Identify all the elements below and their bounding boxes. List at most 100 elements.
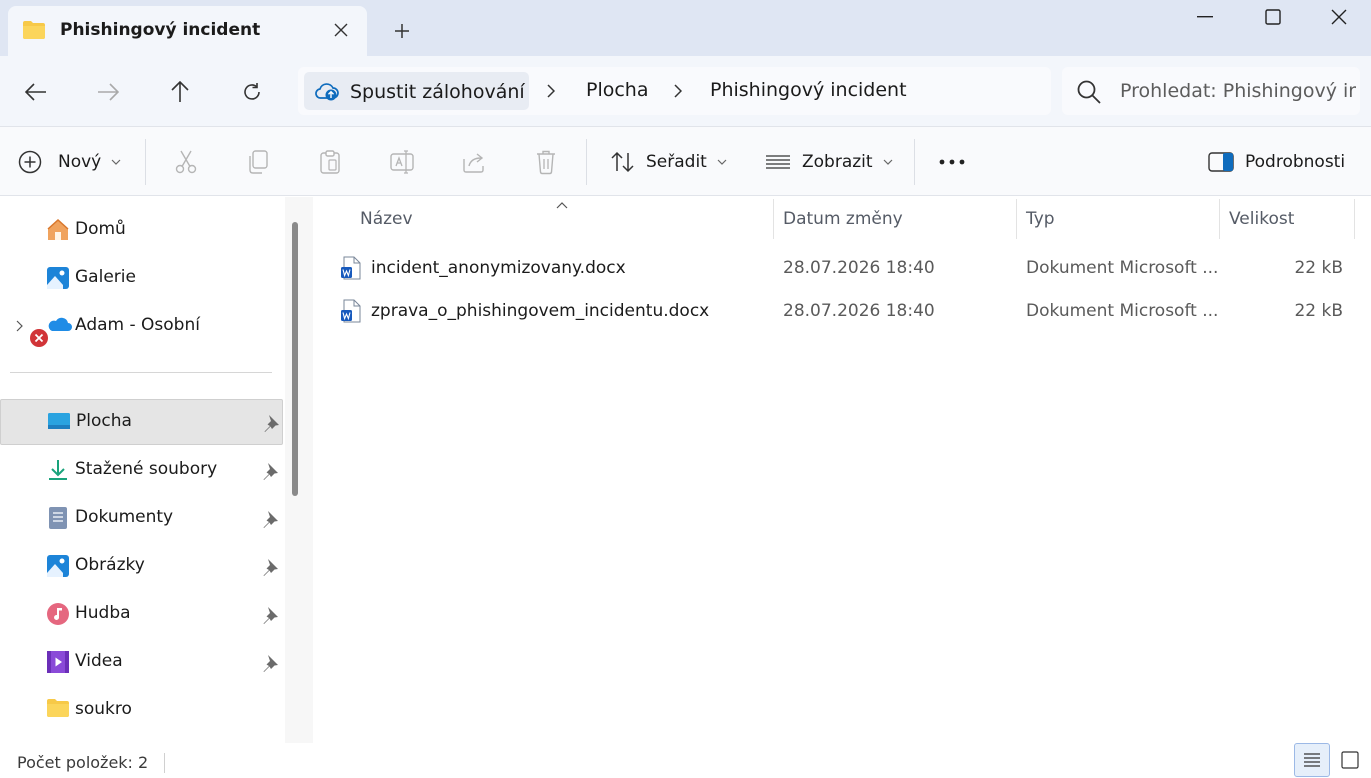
details-label: Podrobnosti (1245, 152, 1346, 172)
sidebar-item-label: Galerie (75, 267, 136, 287)
scissors-icon (175, 150, 197, 174)
home-icon (46, 218, 70, 242)
sidebar-item-home[interactable]: Domů (0, 207, 283, 253)
pin-icon[interactable] (261, 654, 279, 672)
file-size: 22 kB (1294, 301, 1343, 321)
arrow-up-icon (171, 81, 189, 102)
column-divider[interactable] (1219, 199, 1220, 239)
pin-icon[interactable] (261, 558, 279, 576)
rename-icon (390, 150, 414, 174)
breadcrumb-desktop[interactable]: Plocha (586, 79, 649, 101)
details-button[interactable]: Podrobnosti (1208, 147, 1345, 177)
file-row[interactable]: zprava_o_phishingovem_incidentu.docx 28.… (333, 291, 1363, 331)
sidebar-item-soukro[interactable]: soukro (0, 687, 283, 733)
sidebar-item-documents[interactable]: Dokumenty (0, 495, 283, 541)
title-bar: Phishingový incident (0, 0, 1371, 56)
close-tab-icon[interactable] (329, 18, 353, 42)
close-window-icon[interactable] (1306, 0, 1371, 34)
error-badge-icon (29, 328, 49, 348)
cut-button[interactable] (171, 147, 201, 177)
search-input[interactable] (1120, 77, 1356, 105)
arrow-right-icon (98, 83, 119, 101)
maximize-icon[interactable] (1240, 0, 1306, 34)
music-icon (46, 602, 70, 626)
navigation-bar: Spustit zálohování Plocha Phishingový in… (0, 56, 1371, 126)
sidebar-item-label: Adam - Osobní (75, 315, 200, 335)
backup-button[interactable]: Spustit zálohování (304, 72, 529, 110)
column-header-size[interactable]: Velikost (1229, 209, 1294, 229)
pin-icon[interactable] (261, 462, 279, 480)
sidebar-item-gallery[interactable]: Galerie (0, 255, 283, 301)
sidebar-item-downloads[interactable]: Stažené soubory (0, 447, 283, 493)
column-header-type[interactable]: Typ (1026, 209, 1055, 229)
paste-button[interactable] (315, 147, 345, 177)
view-lines-icon (765, 154, 791, 170)
forward-button[interactable] (90, 74, 126, 110)
new-tab-button[interactable] (388, 17, 416, 45)
chevron-down-icon (883, 159, 893, 165)
pictures-icon (46, 554, 70, 578)
file-name: incident_anonymizovany.docx (371, 258, 626, 278)
pin-icon[interactable] (262, 414, 280, 432)
share-button[interactable] (459, 147, 489, 177)
separator (145, 139, 146, 185)
sidebar-item-videos[interactable]: Videa (0, 639, 283, 685)
backup-label: Spustit zálohování (350, 81, 525, 103)
more-options-button[interactable] (937, 147, 967, 177)
refresh-button[interactable] (234, 74, 270, 110)
pin-icon[interactable] (261, 606, 279, 624)
sidebar-item-music[interactable]: Hudba (0, 591, 283, 637)
address-bar[interactable]: Spustit zálohování Plocha Phishingový in… (298, 67, 1051, 115)
minimize-icon[interactable] (1172, 0, 1238, 34)
onedrive-icon (46, 314, 72, 338)
column-divider[interactable] (773, 199, 774, 239)
sidebar-item-desktop[interactable]: Plocha (0, 399, 283, 445)
chevron-right-icon[interactable] (16, 320, 23, 332)
breadcrumb-current-folder[interactable]: Phishingový incident (710, 79, 907, 101)
view-button[interactable]: Zobrazit (765, 147, 893, 177)
pin-icon[interactable] (261, 510, 279, 528)
new-button[interactable]: Nový (18, 147, 121, 177)
sidebar-item-label: Obrázky (75, 555, 145, 575)
details-pane-icon (1208, 152, 1234, 172)
chevron-right-icon[interactable] (670, 80, 686, 102)
tiles-view-button[interactable] (1332, 743, 1368, 777)
sidebar-item-onedrive[interactable]: Adam - Osobní (0, 303, 283, 349)
sidebar-item-label: Hudba (75, 603, 131, 623)
refresh-icon (244, 83, 260, 100)
plus-circle-icon (18, 150, 42, 174)
back-button[interactable] (18, 74, 54, 110)
documents-icon (46, 506, 70, 530)
trash-icon (537, 150, 555, 175)
copy-button[interactable] (243, 147, 273, 177)
copy-icon (249, 150, 268, 174)
sort-button[interactable]: Seřadit (610, 147, 727, 177)
tab-title: Phishingový incident (60, 20, 261, 40)
delete-button[interactable] (531, 147, 561, 177)
column-divider[interactable] (1016, 199, 1017, 239)
file-row[interactable]: incident_anonymizovany.docx 28.07.2026 1… (333, 248, 1363, 288)
gallery-icon (46, 266, 70, 290)
separator (914, 139, 915, 185)
search-box[interactable] (1062, 67, 1360, 115)
sort-ascending-icon (555, 195, 569, 209)
tab-current[interactable]: Phishingový incident (8, 6, 367, 56)
up-button[interactable] (162, 74, 198, 110)
videos-icon (46, 650, 70, 674)
column-header-name[interactable]: Název (360, 209, 413, 229)
separator (164, 753, 165, 773)
sidebar-item-pictures[interactable]: Obrázky (0, 543, 283, 589)
sidebar-item-label: Domů (75, 219, 126, 239)
details-view-button[interactable] (1294, 743, 1330, 777)
file-date: 28.07.2026 18:40 (783, 258, 935, 278)
pane-splitter[interactable] (285, 197, 313, 743)
chevron-right-icon[interactable] (543, 80, 559, 102)
chevron-down-icon (717, 159, 727, 165)
view-label: Zobrazit (802, 152, 873, 172)
sidebar-scrollbar[interactable] (292, 222, 298, 496)
rename-button[interactable] (387, 147, 417, 177)
arrow-left-icon (25, 83, 46, 101)
column-divider[interactable] (1354, 199, 1355, 239)
column-header-date[interactable]: Datum změny (783, 209, 903, 229)
sidebar-item-label: Dokumenty (75, 507, 174, 527)
